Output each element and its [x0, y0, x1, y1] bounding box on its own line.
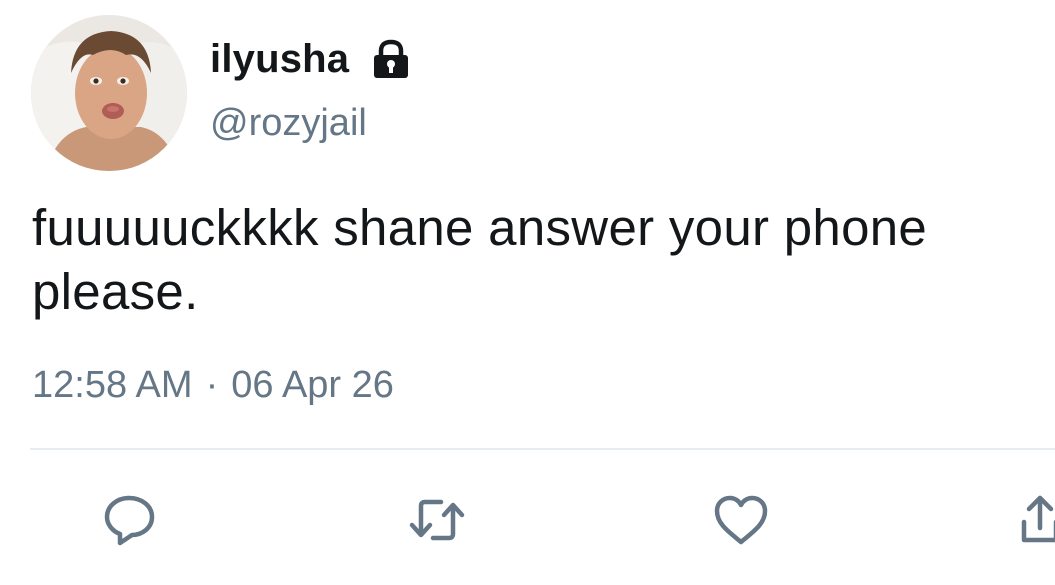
- reply-button[interactable]: [98, 488, 162, 552]
- avatar-image: [31, 15, 187, 171]
- tweet-time: 12:58 AM: [32, 364, 193, 406]
- tweet-text: fuuuuuckkkk shane answer your phone plea…: [32, 199, 928, 320]
- retweet-icon: [409, 499, 465, 541]
- divider: [30, 448, 1055, 450]
- display-name-row: ilyusha: [210, 34, 412, 84]
- lock-icon: [370, 38, 412, 80]
- like-icon: [714, 495, 768, 545]
- avatar[interactable]: [31, 15, 187, 171]
- timestamp-separator: ·: [205, 364, 219, 406]
- share-button[interactable]: [1008, 488, 1055, 552]
- share-icon: [1021, 495, 1055, 543]
- display-name[interactable]: ilyusha: [210, 37, 349, 82]
- retweet-button[interactable]: [405, 488, 469, 552]
- like-button[interactable]: [709, 488, 773, 552]
- tweet-timestamp[interactable]: 12:58 AM · 06 Apr 26: [32, 364, 394, 407]
- tweet-date: 06 Apr 26: [231, 364, 394, 406]
- user-handle[interactable]: @rozyjail: [210, 102, 367, 145]
- reply-icon: [104, 495, 155, 546]
